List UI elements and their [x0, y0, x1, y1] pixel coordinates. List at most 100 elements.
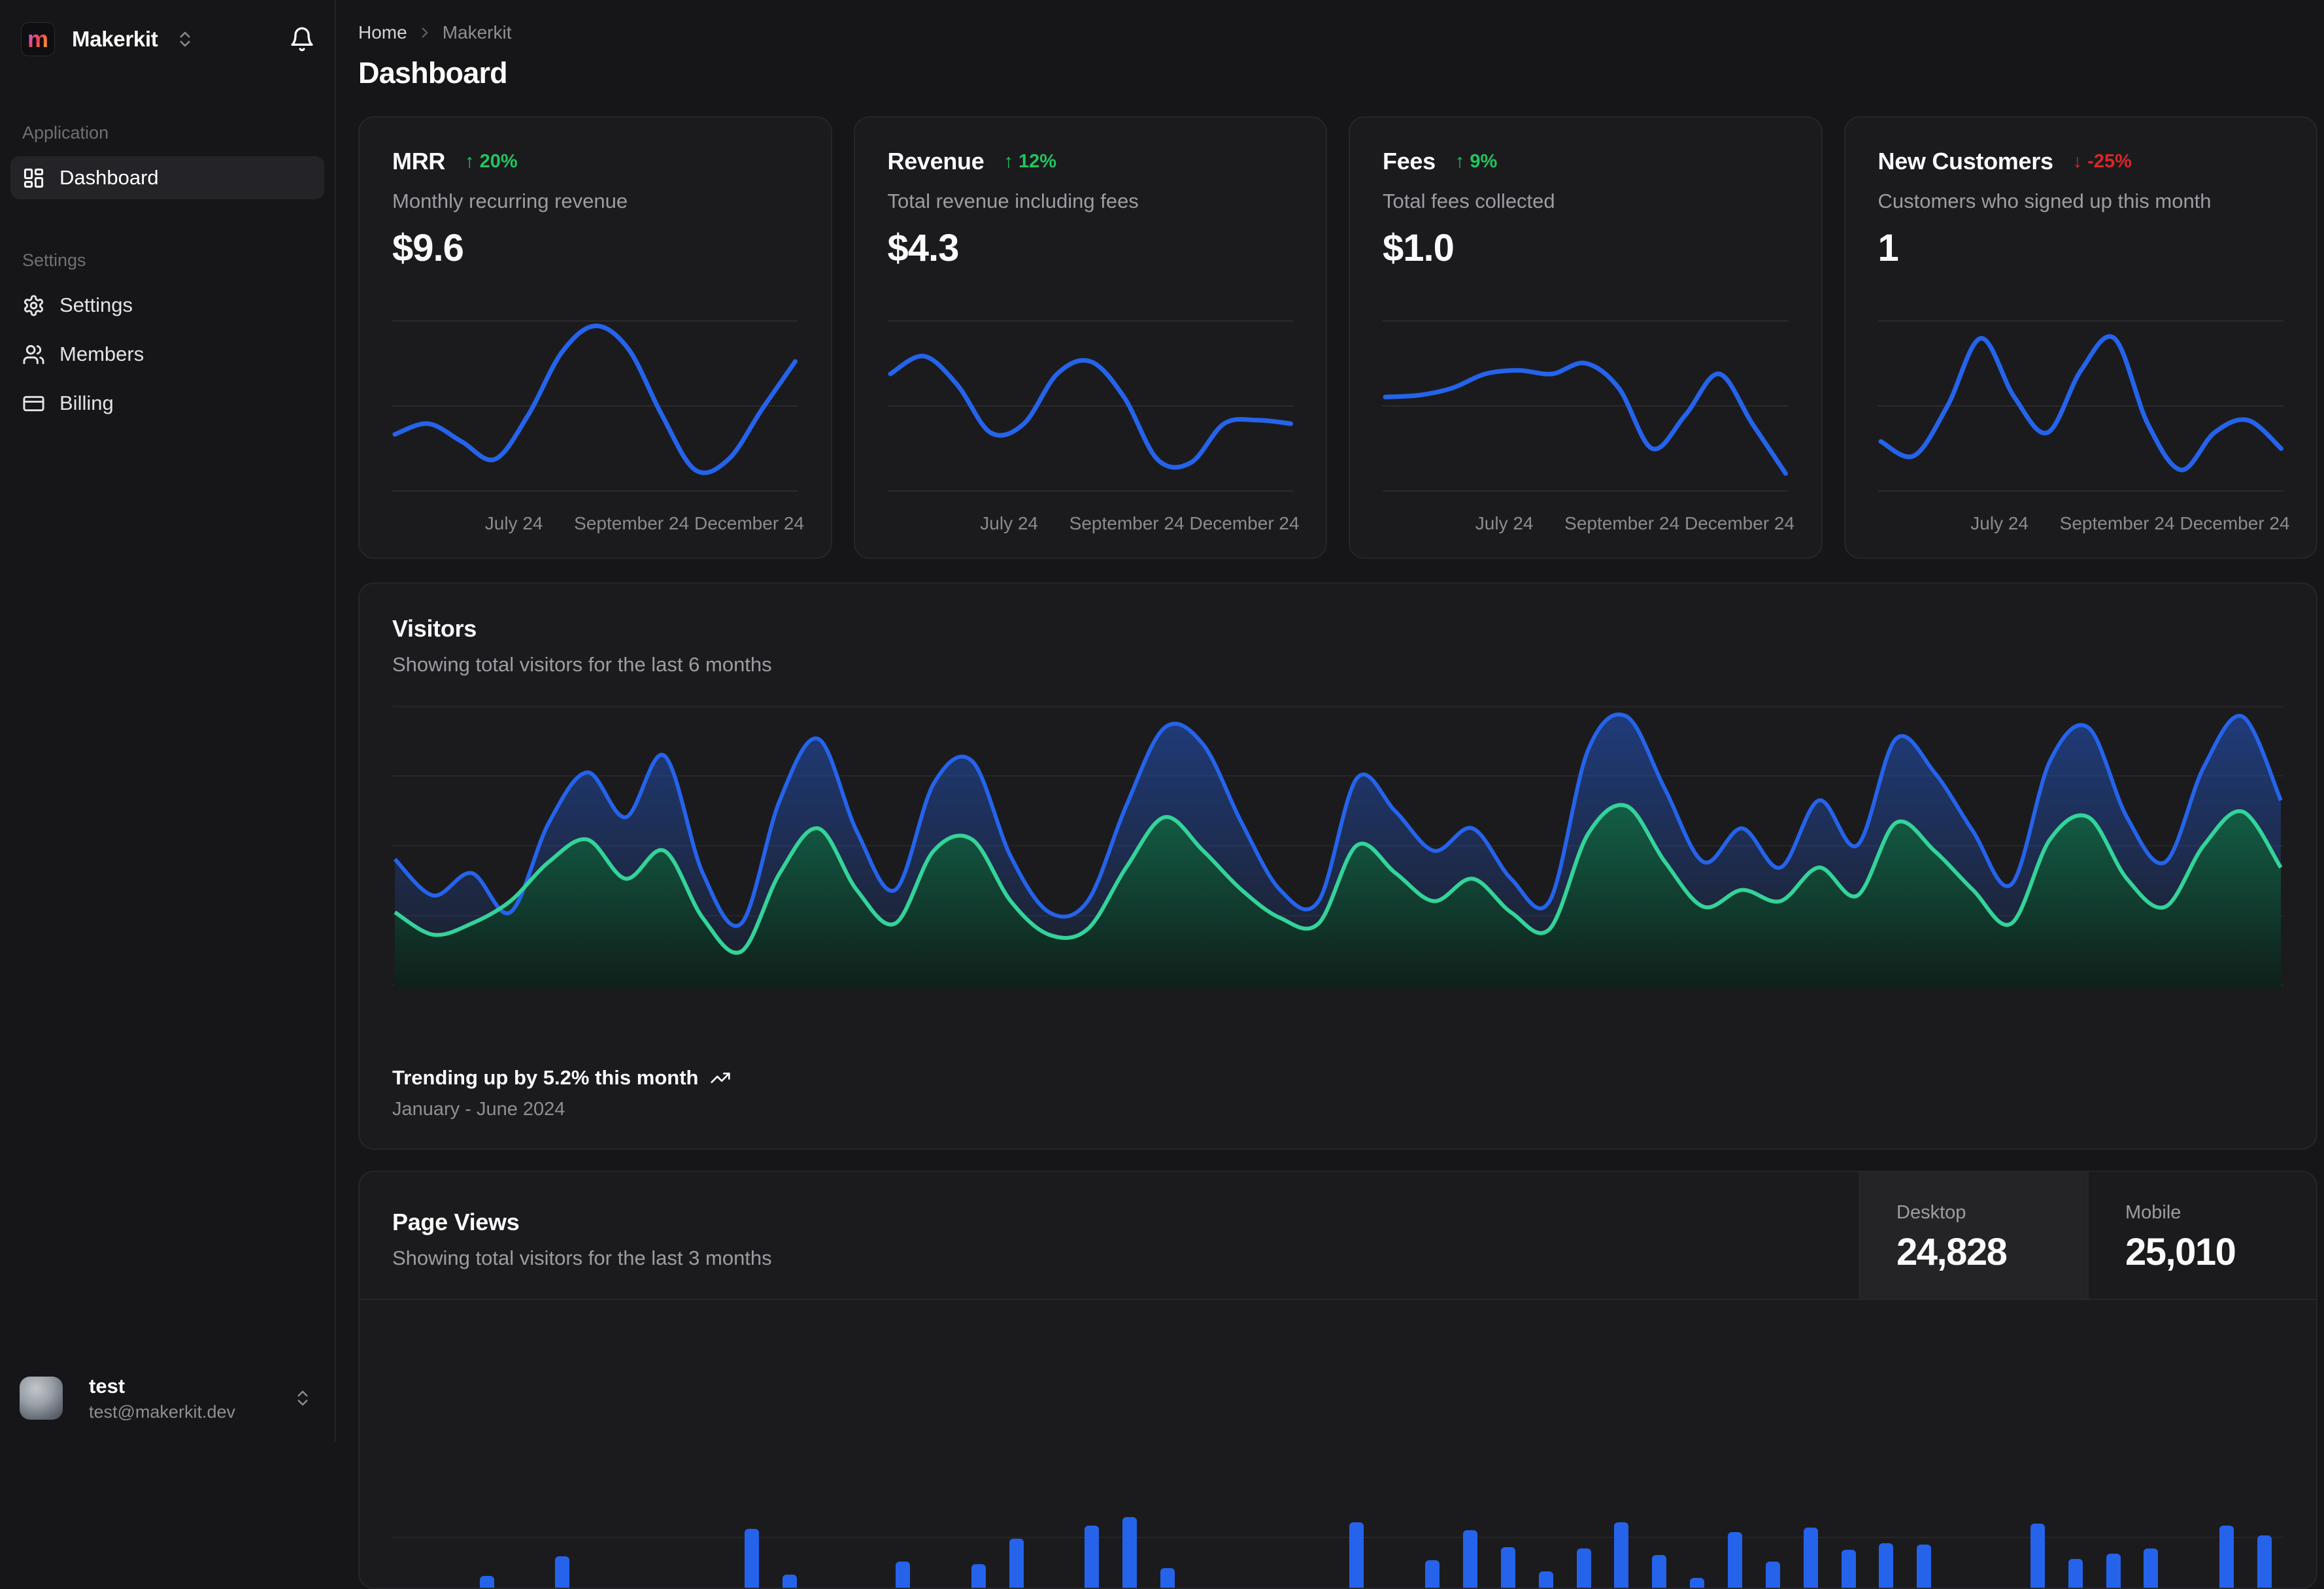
sidebar: m Makerkit Application Dashboard Setting… — [0, 0, 336, 1442]
breadcrumb-home-link[interactable]: Home — [358, 22, 407, 43]
arrow-up-icon: ↑ — [465, 150, 475, 172]
stat-value: 24,828 — [1896, 1231, 2008, 1273]
avatar — [20, 1377, 63, 1420]
axis-tick: July 24 — [484, 513, 543, 533]
stat-value: $4.3 — [887, 227, 960, 269]
mrr-sparkline-chart — [392, 320, 798, 492]
page-title: Dashboard — [358, 56, 508, 90]
user-menu[interactable]: test test@makerkit.dev — [0, 1374, 335, 1442]
stat-card-fees: Fees ↑ 9% Total fees collected $1.0 July … — [1349, 116, 1823, 559]
stat-title: Fees — [1383, 148, 1436, 175]
trend-badge: ↑ 9% — [1455, 151, 1497, 173]
arrow-down-icon: ↓ — [2072, 150, 2083, 172]
visitors-period: January - June 2024 — [392, 1099, 565, 1120]
page-views-title: Page Views — [392, 1209, 520, 1235]
new-customers-sparkline-chart — [1878, 320, 2283, 492]
stat-card-mrr: MRR ↑ 20% Monthly recurring revenue $9.6 … — [358, 116, 832, 559]
axis-tick: July 24 — [1475, 513, 1534, 533]
trend-value: 9% — [1470, 150, 1498, 172]
axis-tick: December 24 — [2180, 513, 2290, 533]
visitors-title: Visitors — [392, 615, 477, 642]
stat-value: 25,010 — [2125, 1231, 2236, 1273]
sidebar-item-settings[interactable]: Settings — [10, 284, 324, 327]
arrow-up-icon: ↑ — [1455, 150, 1465, 172]
stat-value: $1.0 — [1383, 227, 1455, 269]
user-email: test@makerkit.dev — [89, 1401, 235, 1422]
stat-cards-row: MRR ↑ 20% Monthly recurring revenue $9.6 … — [358, 116, 2317, 559]
arrow-up-icon: ↑ — [1003, 150, 1013, 172]
sidebar-item-label: Settings — [59, 293, 133, 316]
page-views-toggle-mobile[interactable]: Mobile 25,010 — [2087, 1172, 2316, 1299]
stat-title: MRR — [392, 148, 446, 175]
visitors-subtitle: Showing total visitors for the last 6 mo… — [392, 653, 772, 676]
makerkit-logo: m — [21, 22, 55, 56]
stat-label: Desktop — [1896, 1202, 1966, 1223]
sidebar-item-label: Dashboard — [59, 166, 159, 189]
trending-up-icon — [710, 1067, 731, 1088]
trend-badge: ↓ -25% — [2073, 151, 2132, 173]
sparkline-axis: July 24 September 24 December 24 — [1383, 513, 1794, 535]
user-name: test — [89, 1375, 126, 1398]
trend-value: 20% — [479, 150, 518, 172]
axis-tick: September 24 — [2059, 513, 2175, 533]
axis-tick: December 24 — [694, 513, 805, 533]
page-views-bar-chart — [392, 1300, 2283, 1588]
trend-badge: ↑ 12% — [1003, 151, 1056, 173]
stat-subtitle: Monthly recurring revenue — [392, 190, 628, 212]
stat-label: Mobile — [2125, 1202, 2181, 1223]
stat-title: Revenue — [887, 148, 985, 175]
gear-icon — [22, 294, 45, 317]
workspace-selector[interactable]: m Makerkit — [0, 0, 335, 56]
axis-tick: December 24 — [1684, 513, 1795, 533]
breadcrumb: Home Makerkit — [358, 22, 2317, 43]
chevrons-up-down-icon — [293, 1388, 312, 1408]
stat-subtitle: Total revenue including fees — [887, 190, 1139, 212]
breadcrumb-current: Makerkit — [442, 22, 512, 42]
visitors-trend-text: Trending up by 5.2% this month — [392, 1066, 699, 1089]
notifications-bell-button[interactable] — [289, 26, 315, 52]
main-content: Home Makerkit Dashboard MRR ↑ 20% Monthly… — [337, 0, 2324, 1589]
revenue-sparkline-chart — [887, 320, 1293, 492]
stat-value: 1 — [1878, 227, 1899, 269]
stat-title: New Customers — [1878, 148, 2053, 175]
axis-tick: July 24 — [980, 513, 1038, 533]
sidebar-item-label: Members — [59, 343, 144, 365]
bell-icon — [289, 26, 315, 52]
chevron-right-icon — [416, 24, 433, 41]
trend-badge: ↑ 20% — [465, 151, 518, 173]
workspace-name: Makerkit — [72, 27, 158, 51]
page-views-subtitle: Showing total visitors for the last 3 mo… — [392, 1246, 772, 1269]
nav-section-settings: Settings — [22, 250, 86, 270]
sparkline-axis: July 24 September 24 December 24 — [888, 513, 1299, 535]
chevrons-up-down-icon — [175, 29, 195, 49]
sidebar-item-dashboard[interactable]: Dashboard — [10, 156, 324, 199]
stat-value: $9.6 — [392, 227, 464, 269]
axis-tick: September 24 — [1564, 513, 1680, 533]
layout-dashboard-icon — [22, 167, 45, 190]
axis-tick: December 24 — [1189, 513, 1300, 533]
users-icon — [22, 343, 45, 366]
sidebar-item-members[interactable]: Members — [10, 333, 324, 376]
visitors-card: Visitors Showing total visitors for the … — [358, 582, 2317, 1150]
page-views-toggle-desktop[interactable]: Desktop 24,828 — [1859, 1172, 2087, 1299]
trend-value: -25% — [2087, 150, 2132, 172]
stat-card-revenue: Revenue ↑ 12% Total revenue including fee… — [853, 116, 1327, 559]
sparkline-axis: July 24 September 24 December 24 — [392, 513, 804, 535]
sidebar-nav: Application Dashboard Settings Settings … — [0, 123, 335, 431]
nav-section-application: Application — [22, 123, 109, 142]
sidebar-item-billing[interactable]: Billing — [10, 382, 324, 425]
credit-card-icon — [22, 392, 45, 415]
stat-card-new-customers: New Customers ↓ -25% Customers who signed… — [1844, 116, 2317, 559]
fees-sparkline-chart — [1383, 320, 1789, 492]
axis-tick: July 24 — [1970, 513, 2029, 533]
axis-tick: September 24 — [1069, 513, 1185, 533]
visitors-area-chart — [392, 706, 2283, 989]
stat-subtitle: Total fees collected — [1383, 190, 1555, 212]
axis-tick: September 24 — [574, 513, 690, 533]
trend-value: 12% — [1018, 150, 1057, 172]
page-views-card: Page Views Showing total visitors for th… — [358, 1171, 2317, 1589]
sparkline-axis: July 24 September 24 December 24 — [1878, 513, 2289, 535]
logo-letter: m — [27, 25, 48, 52]
sidebar-item-label: Billing — [59, 392, 114, 414]
stat-subtitle: Customers who signed up this month — [1878, 190, 2212, 212]
